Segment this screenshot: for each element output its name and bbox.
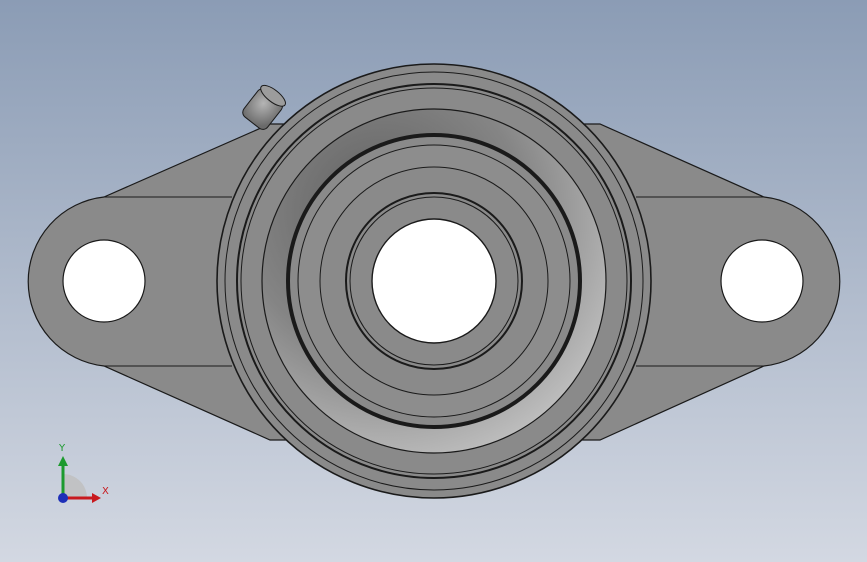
- shaft-bore: [371, 218, 497, 344]
- triad-x-label: X: [102, 486, 109, 497]
- triad-y-label: Y: [59, 443, 66, 454]
- flange-bearing-model[interactable]: [0, 0, 867, 562]
- mounting-hole-right: [720, 239, 804, 323]
- triad-graphic: [58, 456, 101, 503]
- graphics-viewport[interactable]: Y X: [0, 0, 867, 562]
- view-triad[interactable]: Y X: [44, 440, 114, 510]
- mounting-hole-left: [62, 239, 146, 323]
